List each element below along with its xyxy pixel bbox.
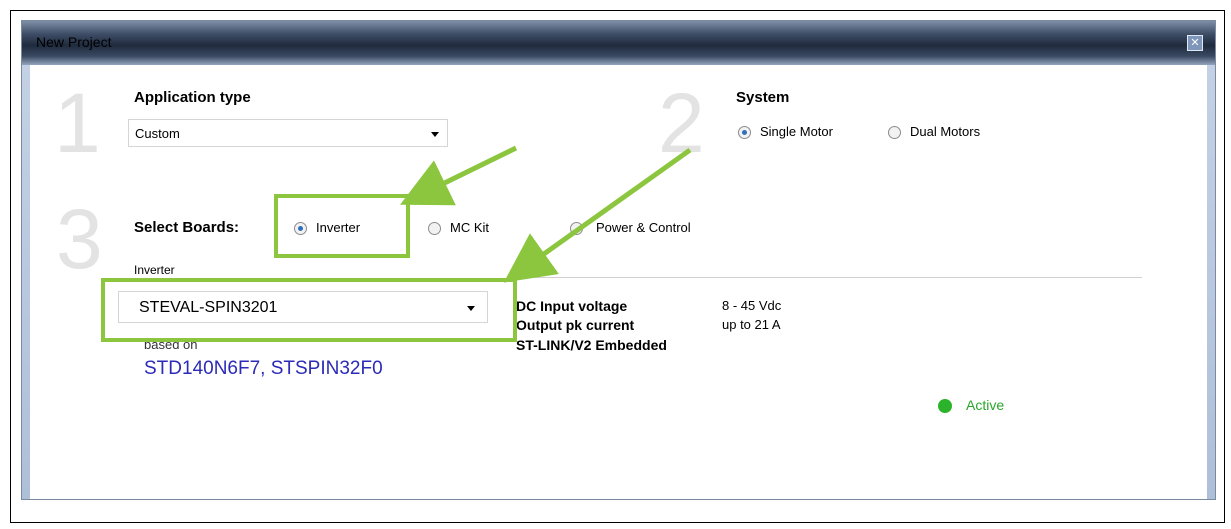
step-number-3: 3 (56, 192, 103, 286)
single-motor-label: Single Motor (760, 124, 833, 139)
dual-motors-label: Dual Motors (910, 124, 981, 139)
close-icon[interactable]: ✕ (1187, 35, 1203, 51)
caption-strip (11, 0, 1224, 10)
new-project-dialog: New Project ✕ 1 2 3 Application type Cus… (21, 20, 1216, 500)
section-divider (510, 277, 1142, 278)
radio-mc-kit[interactable] (428, 222, 441, 235)
mc-kit-option-label: MC Kit (450, 220, 489, 235)
spec-label-input-voltage: DC Input voltage (516, 298, 628, 314)
spec-value-input-voltage: 8 - 45 Vdc (722, 298, 782, 313)
spec-value-output-current: up to 21 A (722, 317, 781, 332)
inverter-section-label: Inverter (134, 263, 175, 277)
spec-label-output-current: Output pk current (516, 317, 635, 333)
system-label: System (736, 89, 790, 106)
window-title: New Project (36, 34, 112, 50)
highlight-box-inverter-radio (274, 194, 410, 258)
chevron-down-icon (431, 132, 439, 137)
select-boards-label: Select Boards: (134, 219, 240, 236)
step-number-1: 1 (54, 76, 101, 170)
title-bar[interactable]: New Project ✕ (22, 21, 1215, 65)
based-on-parts-link[interactable]: STD140N6F7, STSPIN32F0 (144, 358, 383, 380)
highlight-box-inverter-dropdown (101, 278, 517, 342)
active-status-text: Active (966, 397, 1005, 413)
step-number-2: 2 (658, 76, 705, 170)
application-type-dropdown[interactable]: Custom (128, 119, 448, 147)
application-type-value: Custom (135, 126, 180, 141)
radio-single-motor[interactable] (738, 126, 751, 139)
spec-label-stlink: ST-LINK/V2 Embedded (516, 337, 667, 353)
radio-power-control[interactable] (570, 222, 583, 235)
radio-dual-motors[interactable] (888, 126, 901, 139)
application-type-label: Application type (134, 89, 251, 106)
power-control-option-label: Power & Control (596, 220, 691, 235)
active-status-dot (938, 399, 952, 413)
